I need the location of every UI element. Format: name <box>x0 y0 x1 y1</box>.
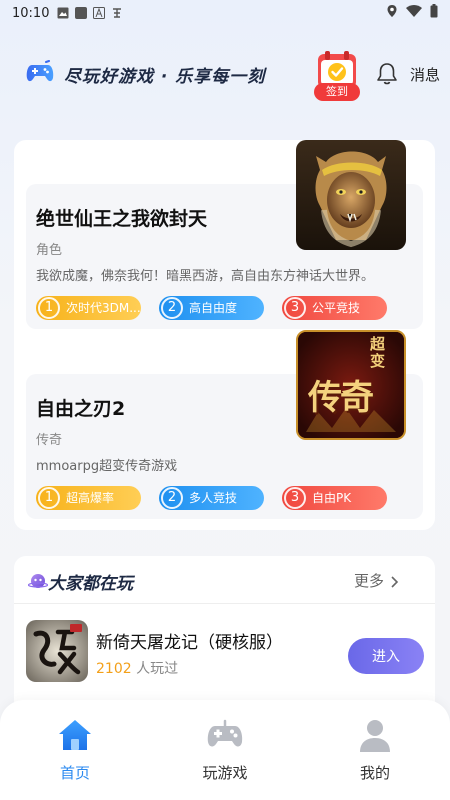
game-tag: 2 高自由度 <box>159 296 264 320</box>
gamepad-logo-icon <box>26 60 54 84</box>
chevron-right-icon <box>389 572 399 590</box>
nav-profile-label: 我的 <box>359 764 390 782</box>
signin-button[interactable]: 签到 <box>312 50 362 102</box>
font-notification-icon <box>93 7 106 19</box>
game-tag: 2 多人竞技 <box>159 486 264 510</box>
bottom-nav: 首页 玩游戏 我的 <box>0 700 450 800</box>
square-notification-icon <box>75 7 88 19</box>
game-description: mmoarpg超变传奇游戏 <box>36 459 178 474</box>
game-tag: 1 超高爆率 <box>36 486 141 510</box>
nav-home[interactable]: 首页 <box>30 716 120 786</box>
game-cover-yitian[interactable] <box>26 620 88 682</box>
signin-label: 签到 <box>314 83 360 101</box>
planet-icon <box>27 570 49 590</box>
game-tags: 1 次时代3DM... 2 高自由度 3 公平竞技 <box>36 296 387 320</box>
messages-link[interactable]: 消息 <box>410 64 440 85</box>
gamepad-icon <box>206 716 244 754</box>
app-header: 尽玩好游戏 · 乐享每一刻 签到 消息 <box>0 44 450 104</box>
game-cover-legend[interactable]: 超变 传奇 <box>296 330 406 440</box>
nav-games-label: 玩游戏 <box>202 764 248 782</box>
game-tag: 3 自由PK <box>282 486 387 510</box>
bell-icon[interactable] <box>376 62 398 86</box>
game-category: 传奇 <box>36 433 63 448</box>
game-title: 自由之刃2 <box>36 398 126 420</box>
battery-icon <box>430 4 438 22</box>
status-time: 10:10 <box>12 5 50 21</box>
location-icon <box>386 4 398 22</box>
status-indicators <box>386 4 438 22</box>
popular-games-card: 大家都在玩 更多 新倚天屠龙记（硬核服） 2102 人玩过 进入 <box>14 556 435 716</box>
app-slogan: 尽玩好游戏 · 乐享每一刻 <box>64 67 266 87</box>
more-link[interactable]: 更多 <box>354 570 399 591</box>
popular-title: 大家都在玩 <box>48 574 133 594</box>
game-tags: 1 超高爆率 2 多人竞技 3 自由PK <box>36 486 387 510</box>
popular-game-name: 新倚天屠龙记（硬核服） <box>96 633 283 653</box>
profile-icon <box>356 716 394 754</box>
wifi-icon <box>406 5 422 21</box>
game-tag: 1 次时代3DM... <box>36 296 141 320</box>
enter-game-button[interactable]: 进入 <box>348 638 424 674</box>
home-icon <box>56 716 94 754</box>
game-title: 绝世仙王之我欲封天 <box>36 208 208 230</box>
image-notification-icon <box>57 7 69 19</box>
popular-game-row[interactable]: 新倚天屠龙记（硬核服） 2102 人玩过 进入 <box>14 612 435 692</box>
nav-profile[interactable]: 我的 <box>330 716 420 786</box>
nav-home-label: 首页 <box>59 764 90 782</box>
played-suffix: 人玩过 <box>136 661 179 677</box>
cover-text-big: 传奇 <box>308 378 374 418</box>
app-notification-icon <box>111 7 123 19</box>
game-description: 我欲成魔，佛奈我何！暗黑西游，高自由东方神话大世界。 <box>36 269 375 284</box>
game-tag: 3 公平竞技 <box>282 296 387 320</box>
status-bar: 10:10 <box>0 0 450 26</box>
popular-header: 大家都在玩 更多 <box>14 556 435 604</box>
nav-games[interactable]: 玩游戏 <box>180 716 270 786</box>
cover-text-small: 超变 <box>370 335 386 370</box>
played-count: 2102 <box>96 661 132 677</box>
game-category: 角色 <box>36 243 63 258</box>
more-label: 更多 <box>354 572 385 590</box>
played-count-text: 2102 人玩过 <box>96 658 178 678</box>
game-cover-monkey-king[interactable] <box>296 140 406 250</box>
featured-games-card: 绝世仙王之我欲封天 角色 我欲成魔，佛奈我何！暗黑西游，高自由东方神话大世界。 … <box>14 140 435 530</box>
